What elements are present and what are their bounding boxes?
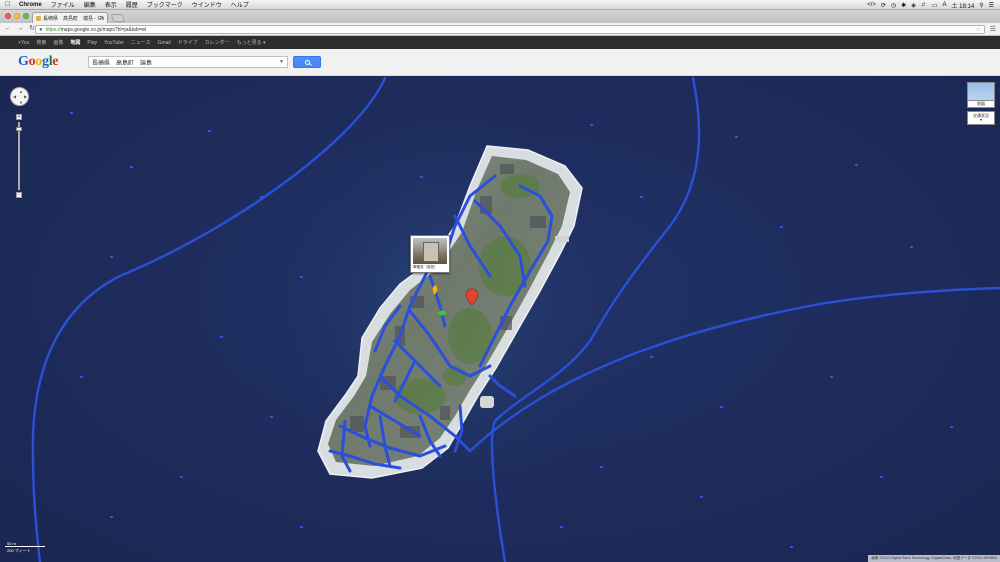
window-controls [5,13,29,19]
gbar-item-play[interactable]: Play [87,40,97,46]
volume-icon[interactable]: ♬ [921,2,927,8]
time-machine-icon[interactable]: ◷ [891,2,896,9]
logo-letter: e [52,54,59,69]
bookmark-star-icon[interactable]: ☆ [976,26,981,33]
map-type-control: 地図 交通状況 ▾ [967,82,995,125]
logo-letter: o [28,54,36,69]
chevron-down-icon[interactable]: ▼ [279,59,284,65]
zoom-slider-thumb[interactable] [16,127,22,131]
pan-control[interactable]: ▲ ▼ ◀ ▶ [10,87,29,106]
bluetooth-icon[interactable]: ✱ [901,2,906,9]
scale-imperial: 200 フィート [7,548,31,553]
map-canvas[interactable] [0,76,1000,562]
menu-help[interactable]: ヘルプ [231,0,249,9]
url-scheme: https:// [45,26,61,33]
jetty [555,236,569,242]
tab-close-icon[interactable]: ✕ [100,15,104,21]
pan-left-icon[interactable]: ◀ [13,95,16,99]
tab-title: 長崎県 高島町 端島 - Go [43,15,105,22]
clock[interactable]: 土 18:14 [952,1,975,10]
code-icon[interactable]: </> [867,2,876,8]
traffic-button[interactable]: 交通状況 ▾ [967,111,995,125]
google-bar: +You 検索 画像 地図 Play YouTube ニュース Gmail ドラ… [0,36,1000,49]
lock-icon: ● [39,26,43,33]
map-copyright: 画像 ©2013 Digital Earth Technology, Digit… [868,555,1000,562]
satellite-map[interactable]: ▲ ▼ ◀ ▶ + − 地図 交通状況 ▾ 軍艦島（端島） 50 m 200 フ… [0,76,1000,562]
chevron-down-icon: ▾ [979,117,982,122]
menu-view[interactable]: 表示 [105,0,117,9]
map-scale: 50 m 200 フィート [5,541,53,555]
pan-right-icon[interactable]: ▶ [24,95,27,99]
logo-letter: G [18,54,29,69]
zoom-out-button[interactable]: − [16,192,22,198]
search-box: ▼ [88,56,288,68]
list-icon[interactable]: ☰ [989,2,994,9]
pan-up-icon[interactable]: ▲ [19,90,23,94]
wifi-icon[interactable]: ◈ [911,2,916,9]
zoom-window-button[interactable] [23,13,29,19]
menu-app-name[interactable]: Chrome [19,2,42,8]
gbar-item-plus-you[interactable]: +You [18,40,29,46]
zoom-control: + − [16,114,22,198]
menu-edit[interactable]: 編集 [84,0,96,9]
menu-window[interactable]: ウインドウ [192,0,222,9]
map-type-label[interactable]: 地図 [967,101,995,108]
gbar-item-maps[interactable]: 地図 [70,39,80,46]
search-input[interactable] [92,59,272,65]
scale-bar [5,546,45,547]
menu-history[interactable]: 履歴 [126,0,138,9]
minimize-window-button[interactable] [14,13,20,19]
back-arrow-icon[interactable]: ← [4,25,12,33]
gbar-item-drive[interactable]: ドライブ [178,39,198,46]
search-icon [304,59,310,65]
pier-east [480,396,494,408]
streetview-photo [413,238,447,264]
gbar-item-youtube[interactable]: YouTube [104,40,124,46]
google-logo[interactable]: Google [18,54,59,70]
streetview-spot-icon[interactable] [438,310,446,316]
logo-letter: o [35,54,42,69]
menu-bookmarks[interactable]: ブックマーク [147,0,183,9]
gbar-item-images[interactable]: 画像 [53,39,63,46]
gbar-item-more[interactable]: もっと見る ▾ [237,39,266,46]
menu-wrench-icon[interactable]: ☰ [990,25,996,33]
mac-menubar:  Chrome ファイル 編集 表示 履歴 ブックマーク ウインドウ ヘルプ … [0,0,1000,10]
zoom-in-button[interactable]: + [16,114,22,120]
gbar-item-calendar[interactable]: カレンダー [205,39,230,46]
browser-tab-active[interactable]: 長崎県 高島町 端島 - Go ✕ [32,12,108,23]
map-type-thumbnail[interactable] [967,82,995,101]
battery-icon[interactable]: ▭ [932,2,938,9]
screen:  Chrome ファイル 編集 表示 履歴 ブックマーク ウインドウ ヘルプ … [0,0,1000,562]
browser-toolbar: ← → ↻ ● https://maps.google.co.jp/maps?h… [0,23,1000,36]
input-method-icon[interactable]: A [943,2,947,8]
zoom-slider-track[interactable] [16,122,22,190]
streetview-thumbnail[interactable]: 軍艦島（端島） [410,235,450,273]
spotlight-icon[interactable]: ⚲ [979,2,983,9]
menubar-status-area: </> ⟳ ◷ ✱ ◈ ♬ ▭ A 土 18:14 ⚲ ☰ [867,0,994,10]
maps-favicon-icon [36,15,41,21]
logo-letter: g [42,54,49,69]
pan-down-icon[interactable]: ▼ [19,101,23,105]
gbar-item-gmail[interactable]: Gmail [158,40,171,46]
new-tab-button[interactable] [110,14,126,22]
search-button[interactable] [293,56,321,68]
maps-header: Google ▼ [0,49,1000,76]
apple-icon[interactable]:  [5,1,13,8]
gbar-item-news[interactable]: ニュース [131,39,151,46]
tab-strip: 長崎県 高島町 端島 - Go ✕ [0,10,1000,23]
streetview-caption: 軍艦島（端島） [413,265,438,269]
menu-file[interactable]: ファイル [51,0,75,9]
gbar-item-search[interactable]: 検索 [36,39,46,46]
close-window-button[interactable] [5,13,11,19]
forward-arrow-icon[interactable]: → [16,25,24,33]
address-bar[interactable]: ● https://maps.google.co.jp/maps?hl=ja&t… [35,25,985,34]
sync-icon[interactable]: ⟳ [881,2,886,9]
url-text: maps.google.co.jp/maps?hl=ja&tab=wl [60,26,147,33]
